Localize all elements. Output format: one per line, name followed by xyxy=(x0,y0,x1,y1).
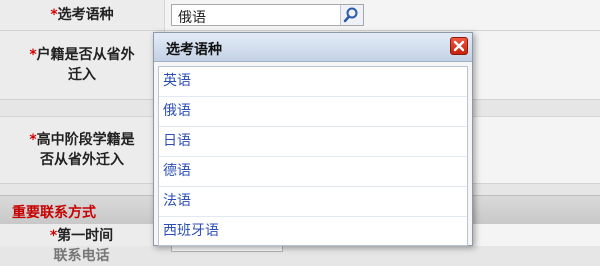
required-mark: * xyxy=(29,47,37,63)
list-item-russian[interactable]: 俄语 xyxy=(159,97,467,127)
hukou-label: *户籍是否从省外 迁入 xyxy=(0,31,165,99)
highschool-label-line1: 高中阶段学籍是 xyxy=(36,132,135,148)
row-language: * 选考语种 俄语 xyxy=(0,0,600,31)
section-title: 重要联系方式 xyxy=(12,205,96,221)
first-contact-label-line1: 第一时间 xyxy=(57,228,114,244)
first-contact-label-line2: 联系电话 xyxy=(53,248,110,264)
magnifier-icon xyxy=(343,7,358,23)
first-contact-label: *第一时间 联系电话 xyxy=(0,224,164,264)
language-picker-dialog: 选考语种 英语 俄语 日语 德语 法语 西班牙语 xyxy=(153,32,473,246)
language-value-cell: 俄语 xyxy=(165,0,600,30)
language-option-list: 英语 俄语 日语 德语 法语 西班牙语 xyxy=(158,66,468,246)
language-selected-value: 俄语 xyxy=(178,10,206,26)
highschool-label-line2: 否从省外迁入 xyxy=(39,152,124,168)
highschool-label: *高中阶段学籍是 否从省外迁入 xyxy=(0,117,165,183)
dialog-header: 选考语种 xyxy=(154,33,472,62)
language-label-text: 选考语种 xyxy=(57,7,114,23)
required-mark: * xyxy=(29,132,37,148)
required-mark: * xyxy=(50,7,58,23)
list-item-english[interactable]: 英语 xyxy=(159,67,467,97)
language-label: * 选考语种 xyxy=(0,0,165,30)
list-item-french[interactable]: 法语 xyxy=(159,187,467,217)
list-item-spanish[interactable]: 西班牙语 xyxy=(159,217,467,245)
hukou-label-line1: 户籍是否从省外 xyxy=(36,47,135,63)
close-button[interactable] xyxy=(450,37,468,55)
list-item-japanese[interactable]: 日语 xyxy=(159,127,467,157)
hukou-label-line2: 迁入 xyxy=(67,67,96,83)
dialog-title: 选考语种 xyxy=(166,42,222,58)
close-x-icon xyxy=(453,40,465,52)
language-select[interactable]: 俄语 xyxy=(171,4,364,26)
list-item-german[interactable]: 德语 xyxy=(159,157,467,187)
search-button[interactable] xyxy=(340,5,363,25)
